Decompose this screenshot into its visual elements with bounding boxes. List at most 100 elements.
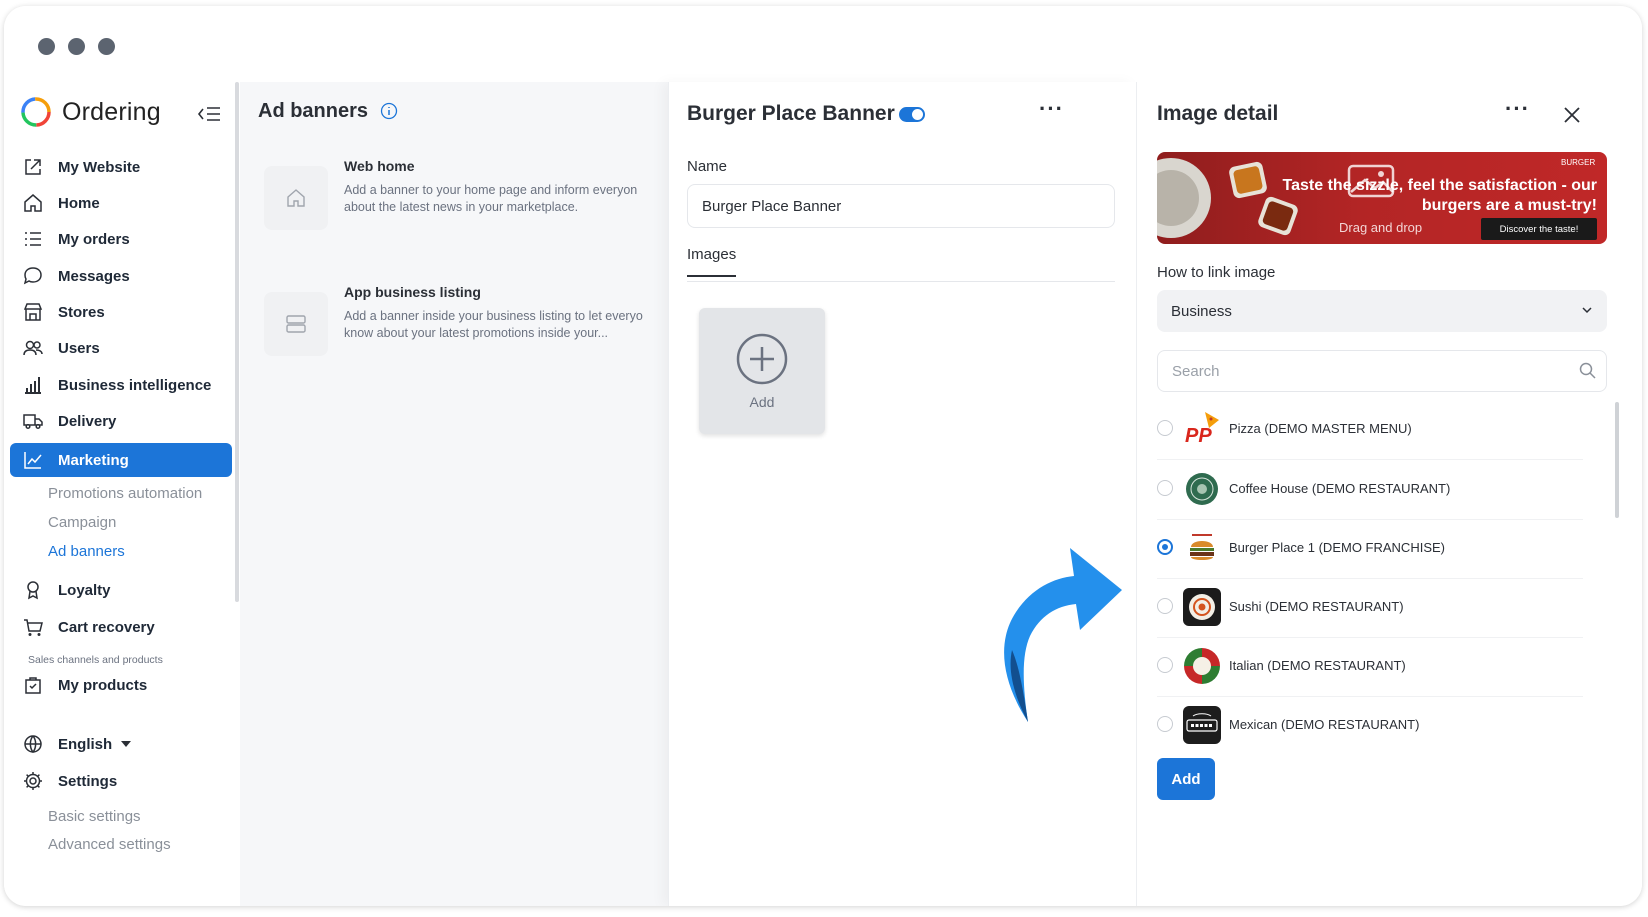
sidebar-sub-campaign[interactable]: Campaign <box>48 514 116 531</box>
sidebar-item-label: My orders <box>58 230 130 248</box>
tab-images[interactable]: Images <box>687 246 737 277</box>
banner-card-description: Add a banner inside your business listin… <box>344 308 664 342</box>
sidebar-scrollbar[interactable] <box>235 82 239 602</box>
sidebar-item-my-website[interactable]: My Website <box>10 150 232 184</box>
link-type-select[interactable]: Business <box>1157 290 1607 332</box>
ordering-logo-icon <box>21 97 51 127</box>
banner-image-preview[interactable]: Taste the sizzle, feel the satisfaction … <box>1157 152 1607 244</box>
globe-icon <box>24 735 42 754</box>
list-icon <box>25 232 41 246</box>
bag-check-icon <box>25 677 41 694</box>
sidebar-item-home[interactable]: Home <box>10 186 232 220</box>
sidebar-sub-ad-banners[interactable]: Ad banners <box>48 543 125 560</box>
sidebar-item-delivery[interactable]: Delivery <box>10 404 232 438</box>
plate-graphic <box>1157 158 1211 238</box>
sidebar-item-label: Stores <box>58 303 105 321</box>
sidebar-sub-advanced-settings[interactable]: Advanced settings <box>48 836 171 853</box>
business-name: Pizza (DEMO MASTER MENU) <box>1229 421 1412 436</box>
banner-editor-panel: Burger Place Banner ··· Name Images Add <box>668 82 1136 906</box>
business-radio-selected[interactable] <box>1157 539 1173 555</box>
sidebar-item-label: Marketing <box>58 451 129 469</box>
add-button[interactable]: Add <box>1157 758 1215 800</box>
panel-title: Image detail <box>1157 102 1279 125</box>
description-line: know about your latest promotions inside… <box>344 326 609 340</box>
preview-brand-logo: BURGER <box>1561 158 1596 167</box>
layout-rows-icon <box>264 292 328 356</box>
add-image-label: Add <box>749 394 775 410</box>
business-row-coffee-house[interactable]: Coffee House (DEMO RESTAURANT) <box>1157 458 1583 520</box>
cart-icon <box>24 619 43 636</box>
language-label: English <box>58 735 113 753</box>
language-selector[interactable]: English <box>10 727 232 761</box>
business-radio[interactable] <box>1157 480 1173 496</box>
sidebar-item-business-intelligence[interactable]: Business intelligence <box>10 368 232 402</box>
business-row-mexican[interactable]: Mexican (DEMO RESTAURANT) <box>1157 694 1583 756</box>
window-close-dot[interactable] <box>38 38 55 55</box>
home-icon <box>24 194 42 212</box>
banner-enabled-toggle[interactable] <box>899 107 925 122</box>
sidebar-item-label: Messages <box>58 267 130 285</box>
trend-chart-icon <box>24 452 42 469</box>
business-radio[interactable] <box>1157 420 1173 436</box>
sidebar-item-label: Home <box>58 194 100 212</box>
ad-banners-panel: Ad banners Web home Add a banner to your… <box>240 82 668 906</box>
name-input[interactable] <box>687 184 1115 228</box>
info-icon[interactable] <box>380 102 398 120</box>
mexican-logo <box>1183 706 1221 744</box>
business-search-input[interactable] <box>1157 350 1607 392</box>
sidebar-item-cart-recovery[interactable]: Cart recovery <box>10 610 232 644</box>
burger-place-logo <box>1183 529 1221 567</box>
search-icon[interactable] <box>1579 362 1596 379</box>
window-titlebar <box>4 6 1642 82</box>
sidebar-sub-promotions-automation[interactable]: Promotions automation <box>48 485 202 502</box>
sidebar-item-marketing[interactable]: Marketing <box>10 443 232 477</box>
business-row-sushi[interactable]: Sushi (DEMO RESTAURANT) <box>1157 576 1583 638</box>
sidebar-item-settings[interactable]: Settings <box>10 764 232 798</box>
business-radio[interactable] <box>1157 598 1173 614</box>
app-window: Ordering My Website Home My orders Messa… <box>4 6 1642 906</box>
bar-chart-icon <box>25 377 41 394</box>
window-minimize-dot[interactable] <box>68 38 85 55</box>
sidebar-item-label: Settings <box>58 772 118 790</box>
caret-down-icon <box>121 741 132 747</box>
business-row-pizza[interactable]: PP Pizza (DEMO MASTER MENU) <box>1157 398 1583 460</box>
sidebar-item-stores[interactable]: Stores <box>10 295 232 329</box>
sidebar-item-label: Loyalty <box>58 581 111 599</box>
banner-card-description: Add a banner to your home page and infor… <box>344 182 664 216</box>
truck-icon <box>23 414 43 430</box>
collapse-sidebar-icon[interactable] <box>196 104 222 124</box>
sidebar-item-label: Cart recovery <box>58 618 155 636</box>
more-options-icon[interactable]: ··· <box>1505 96 1530 122</box>
sidebar-item-label: Delivery <box>58 412 117 430</box>
sidebar-item-messages[interactable]: Messages <box>10 259 232 293</box>
business-radio[interactable] <box>1157 657 1173 673</box>
close-icon[interactable] <box>1563 106 1581 124</box>
svg-text:PP: PP <box>1185 425 1212 447</box>
business-name: Coffee House (DEMO RESTAURANT) <box>1229 481 1451 496</box>
window-maximize-dot[interactable] <box>98 38 115 55</box>
section-label-sales-channels: Sales channels and products <box>28 654 163 666</box>
more-options-icon[interactable]: ··· <box>1039 96 1064 122</box>
sidebar-item-users[interactable]: Users <box>10 331 232 365</box>
logo[interactable]: Ordering <box>20 96 161 128</box>
banner-card-title: App business listing <box>344 284 481 300</box>
sidebar-item-loyalty[interactable]: Loyalty <box>10 573 232 607</box>
app-name: Ordering <box>62 97 161 126</box>
add-image-button[interactable]: Add <box>699 308 825 434</box>
business-radio[interactable] <box>1157 716 1173 732</box>
sidebar-sub-basic-settings[interactable]: Basic settings <box>48 808 141 825</box>
italian-logo <box>1183 647 1221 685</box>
business-row-italian[interactable]: Italian (DEMO RESTAURANT) <box>1157 635 1583 697</box>
sidebar-item-my-products[interactable]: My products <box>10 668 232 702</box>
page-title: Ad banners <box>258 100 369 122</box>
image-detail-panel: Image detail ··· Taste the sizzle, feel … <box>1136 82 1642 906</box>
business-name: Italian (DEMO RESTAURANT) <box>1229 658 1406 673</box>
sidebar: Ordering My Website Home My orders Messa… <box>4 82 240 906</box>
sushi-logo <box>1183 588 1221 626</box>
name-label: Name <box>687 158 728 175</box>
store-icon <box>23 303 43 321</box>
sidebar-item-my-orders[interactable]: My orders <box>10 222 232 256</box>
business-list-scrollbar[interactable] <box>1615 402 1619 518</box>
users-icon <box>23 340 43 356</box>
business-row-burger-place[interactable]: Burger Place 1 (DEMO FRANCHISE) <box>1157 517 1583 579</box>
